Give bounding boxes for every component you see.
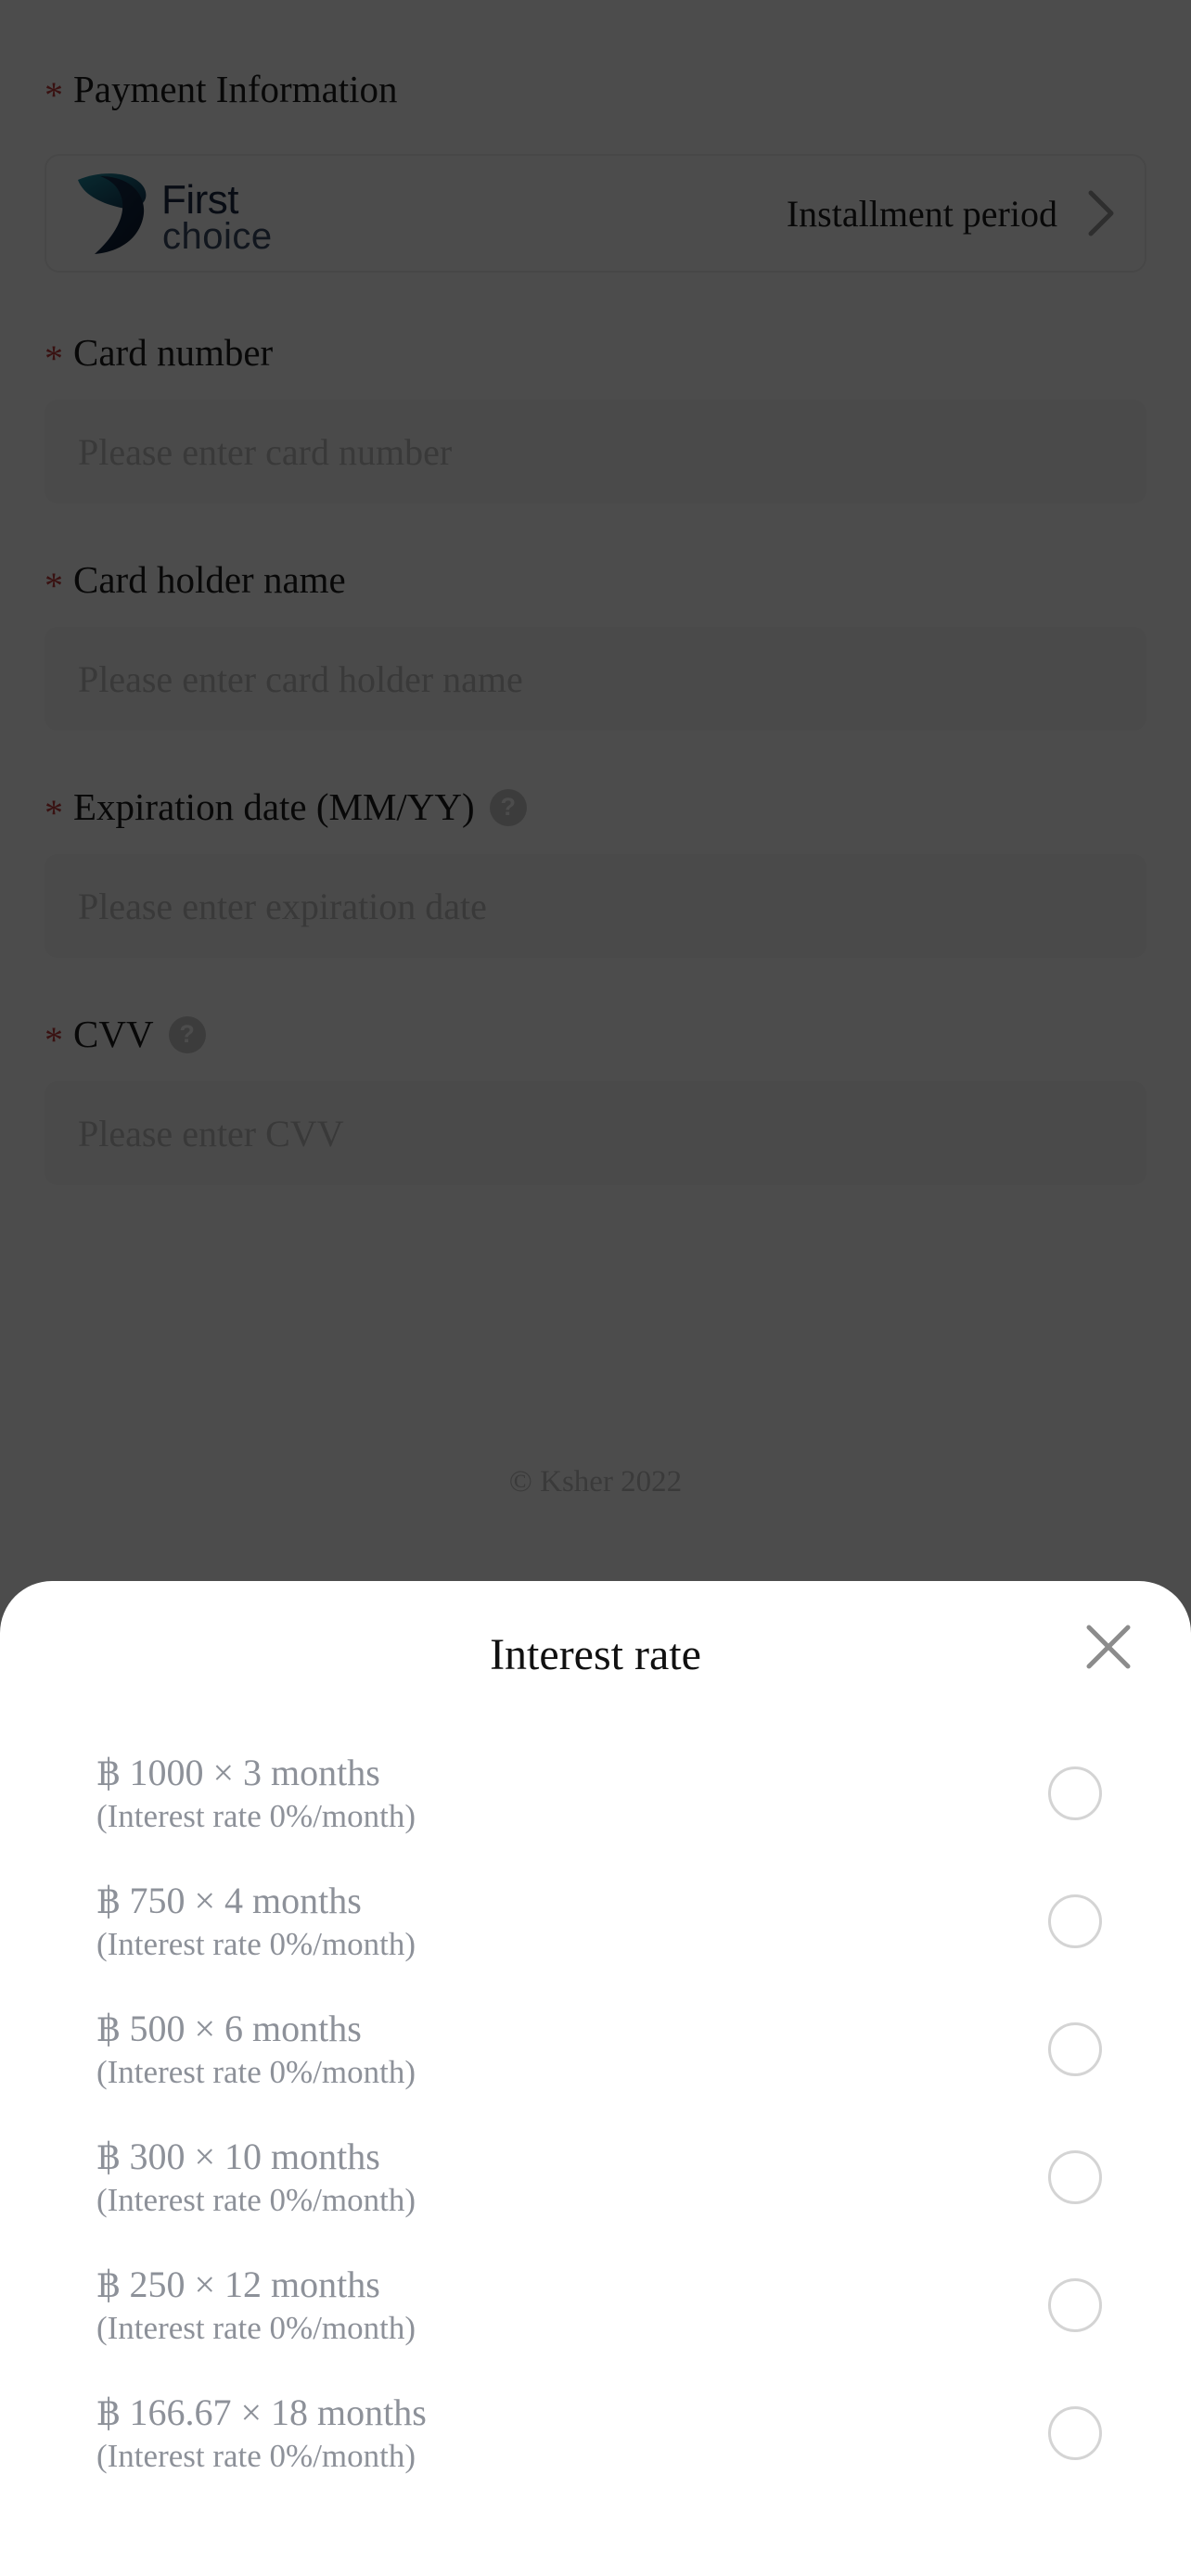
- installment-period-label: Installment period: [786, 192, 1057, 235]
- required-asterisk: *: [45, 1018, 63, 1061]
- chevron-right-icon: [1085, 187, 1117, 239]
- card-holder-name-field-block: * Card holder name Please enter card hol…: [45, 561, 1146, 731]
- card-holder-name-placeholder: Please enter card holder name: [78, 657, 523, 700]
- installment-period-selector[interactable]: First choice Installment period: [45, 154, 1146, 273]
- question-mark-icon[interactable]: ?: [168, 1015, 206, 1053]
- card-holder-name-label-text: Card holder name: [73, 558, 346, 601]
- checkout-form: * Payment Information First choice Insta…: [0, 0, 1191, 1581]
- required-asterisk: *: [45, 564, 63, 606]
- close-x-icon[interactable]: [1080, 1618, 1137, 1676]
- list-item[interactable]: ฿ 250 × 12 months (Interest rate 0%/mont…: [96, 2241, 1102, 2369]
- modal-title: Interest rate: [490, 1630, 701, 1679]
- payment-information-label: * Payment Information: [45, 0, 1146, 114]
- card-number-field-block: * Card number Please enter card number: [45, 334, 1146, 504]
- option-amount: ฿ 166.67 × 18 months: [96, 2391, 427, 2433]
- option-rate: (Interest rate 0%/month): [96, 2181, 416, 2218]
- required-asterisk: *: [45, 337, 63, 379]
- cvv-placeholder: Please enter CVV: [78, 1112, 344, 1154]
- list-item[interactable]: ฿ 750 × 4 months (Interest rate 0%/month…: [96, 1857, 1102, 1985]
- option-amount: ฿ 300 × 10 months: [96, 2135, 380, 2177]
- question-mark-icon[interactable]: ?: [489, 788, 527, 826]
- card-number-placeholder: Please enter card number: [78, 430, 453, 473]
- option-text: ฿ 1000 × 3 months (Interest rate 0%/mont…: [96, 1751, 1048, 1837]
- installment-options-list: ฿ 1000 × 3 months (Interest rate 0%/mont…: [0, 1729, 1191, 2497]
- card-number-label: * Card number: [45, 331, 1146, 377]
- radio-button[interactable]: [1048, 2022, 1102, 2076]
- list-item[interactable]: ฿ 1000 × 3 months (Interest rate 0%/mont…: [96, 1729, 1102, 1857]
- radio-button[interactable]: [1048, 2150, 1102, 2204]
- option-rate: (Interest rate 0%/month): [96, 1797, 416, 1834]
- cvv-label: * CVV ?: [45, 1013, 1146, 1058]
- list-item[interactable]: ฿ 166.67 × 18 months (Interest rate 0%/m…: [96, 2369, 1102, 2497]
- radio-button[interactable]: [1048, 1894, 1102, 1948]
- option-text: ฿ 750 × 4 months (Interest rate 0%/month…: [96, 1879, 1048, 1965]
- option-rate: (Interest rate 0%/month): [96, 2309, 416, 2346]
- radio-button[interactable]: [1048, 1766, 1102, 1820]
- option-rate: (Interest rate 0%/month): [96, 2053, 416, 2090]
- interest-rate-modal: Interest rate ฿ 1000 × 3 months (Interes…: [0, 1581, 1191, 2576]
- copyright-footer: © Ksher 2022: [508, 1465, 683, 1498]
- card-number-input[interactable]: Please enter card number: [45, 400, 1146, 504]
- radio-button[interactable]: [1048, 2406, 1102, 2460]
- list-item[interactable]: ฿ 300 × 10 months (Interest rate 0%/mont…: [96, 2113, 1102, 2241]
- cvv-field-block: * CVV ? Please enter CVV: [45, 1015, 1146, 1185]
- option-amount: ฿ 750 × 4 months: [96, 1879, 362, 1921]
- cvv-label-text: CVV: [73, 1013, 154, 1055]
- expiration-date-input[interactable]: Please enter expiration date: [45, 854, 1146, 958]
- option-amount: ฿ 250 × 12 months: [96, 2263, 380, 2305]
- card-holder-name-input[interactable]: Please enter card holder name: [45, 627, 1146, 731]
- modal-header: Interest rate: [0, 1581, 1191, 1729]
- option-text: ฿ 300 × 10 months (Interest rate 0%/mont…: [96, 2135, 1048, 2221]
- expiration-date-field-block: * Expiration date (MM/YY) ? Please enter…: [45, 788, 1146, 958]
- option-rate: (Interest rate 0%/month): [96, 1925, 416, 1962]
- payment-information-text: Payment Information: [73, 68, 398, 110]
- list-item[interactable]: ฿ 500 × 6 months (Interest rate 0%/month…: [96, 1985, 1102, 2113]
- option-text: ฿ 250 × 12 months (Interest rate 0%/mont…: [96, 2263, 1048, 2349]
- card-number-label-text: Card number: [73, 331, 274, 374]
- expiration-date-placeholder: Please enter expiration date: [78, 885, 487, 927]
- option-text: ฿ 166.67 × 18 months (Interest rate 0%/m…: [96, 2391, 1048, 2477]
- cvv-input[interactable]: Please enter CVV: [45, 1081, 1146, 1185]
- card-holder-name-label: * Card holder name: [45, 558, 1146, 605]
- option-text: ฿ 500 × 6 months (Interest rate 0%/month…: [96, 2007, 1048, 2093]
- option-amount: ฿ 1000 × 3 months: [96, 1751, 380, 1793]
- required-asterisk: *: [45, 791, 63, 834]
- required-asterisk: *: [45, 73, 63, 116]
- svg-text:choice: choice: [162, 216, 273, 256]
- first-choice-logo-icon: First choice: [72, 171, 306, 256]
- option-amount: ฿ 500 × 6 months: [96, 2007, 362, 2049]
- option-rate: (Interest rate 0%/month): [96, 2437, 416, 2474]
- expiration-date-label: * Expiration date (MM/YY) ?: [45, 785, 1146, 831]
- radio-button[interactable]: [1048, 2278, 1102, 2332]
- expiration-date-label-text: Expiration date (MM/YY): [73, 785, 475, 828]
